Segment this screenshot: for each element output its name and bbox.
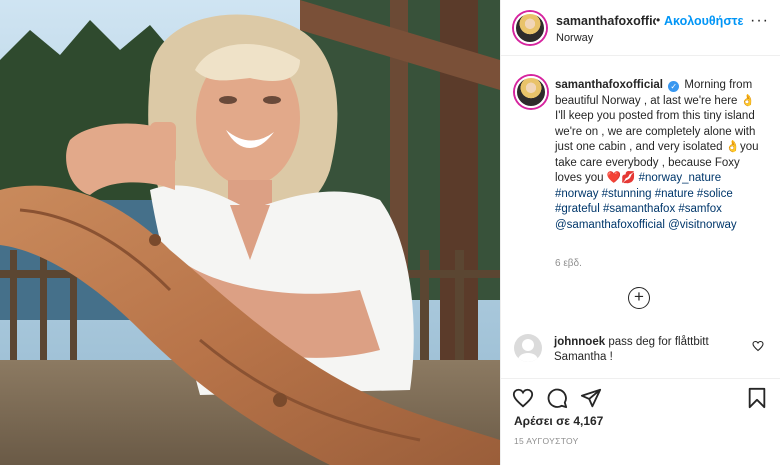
commenter-username[interactable]: johnnoek (554, 336, 605, 348)
comment-icon[interactable] (546, 387, 568, 409)
heart-icon[interactable] (512, 387, 534, 409)
likes-count[interactable]: Αρέσει σε 4,167 (514, 414, 603, 428)
comment-text: johnnoek pass deg for flåttbitt Samantha… (554, 335, 744, 365)
commenter-avatar[interactable] (514, 334, 542, 362)
post-photo[interactable] (0, 0, 500, 465)
panel-overlay: + johnnoek pass deg for flåttbitt Samant… (500, 0, 780, 465)
post-actions (500, 378, 780, 414)
photo-illustration (0, 0, 500, 465)
plus-circle-icon[interactable]: + (628, 287, 650, 309)
bookmark-icon[interactable] (747, 387, 767, 409)
heart-small-icon[interactable] (752, 340, 764, 352)
share-icon[interactable] (580, 387, 602, 409)
post-date[interactable]: 15 ΑΥΓΟΥΣΤΟΥ (514, 436, 579, 446)
comment-item: johnnoek pass deg for flåttbitt Samantha… (512, 332, 774, 372)
